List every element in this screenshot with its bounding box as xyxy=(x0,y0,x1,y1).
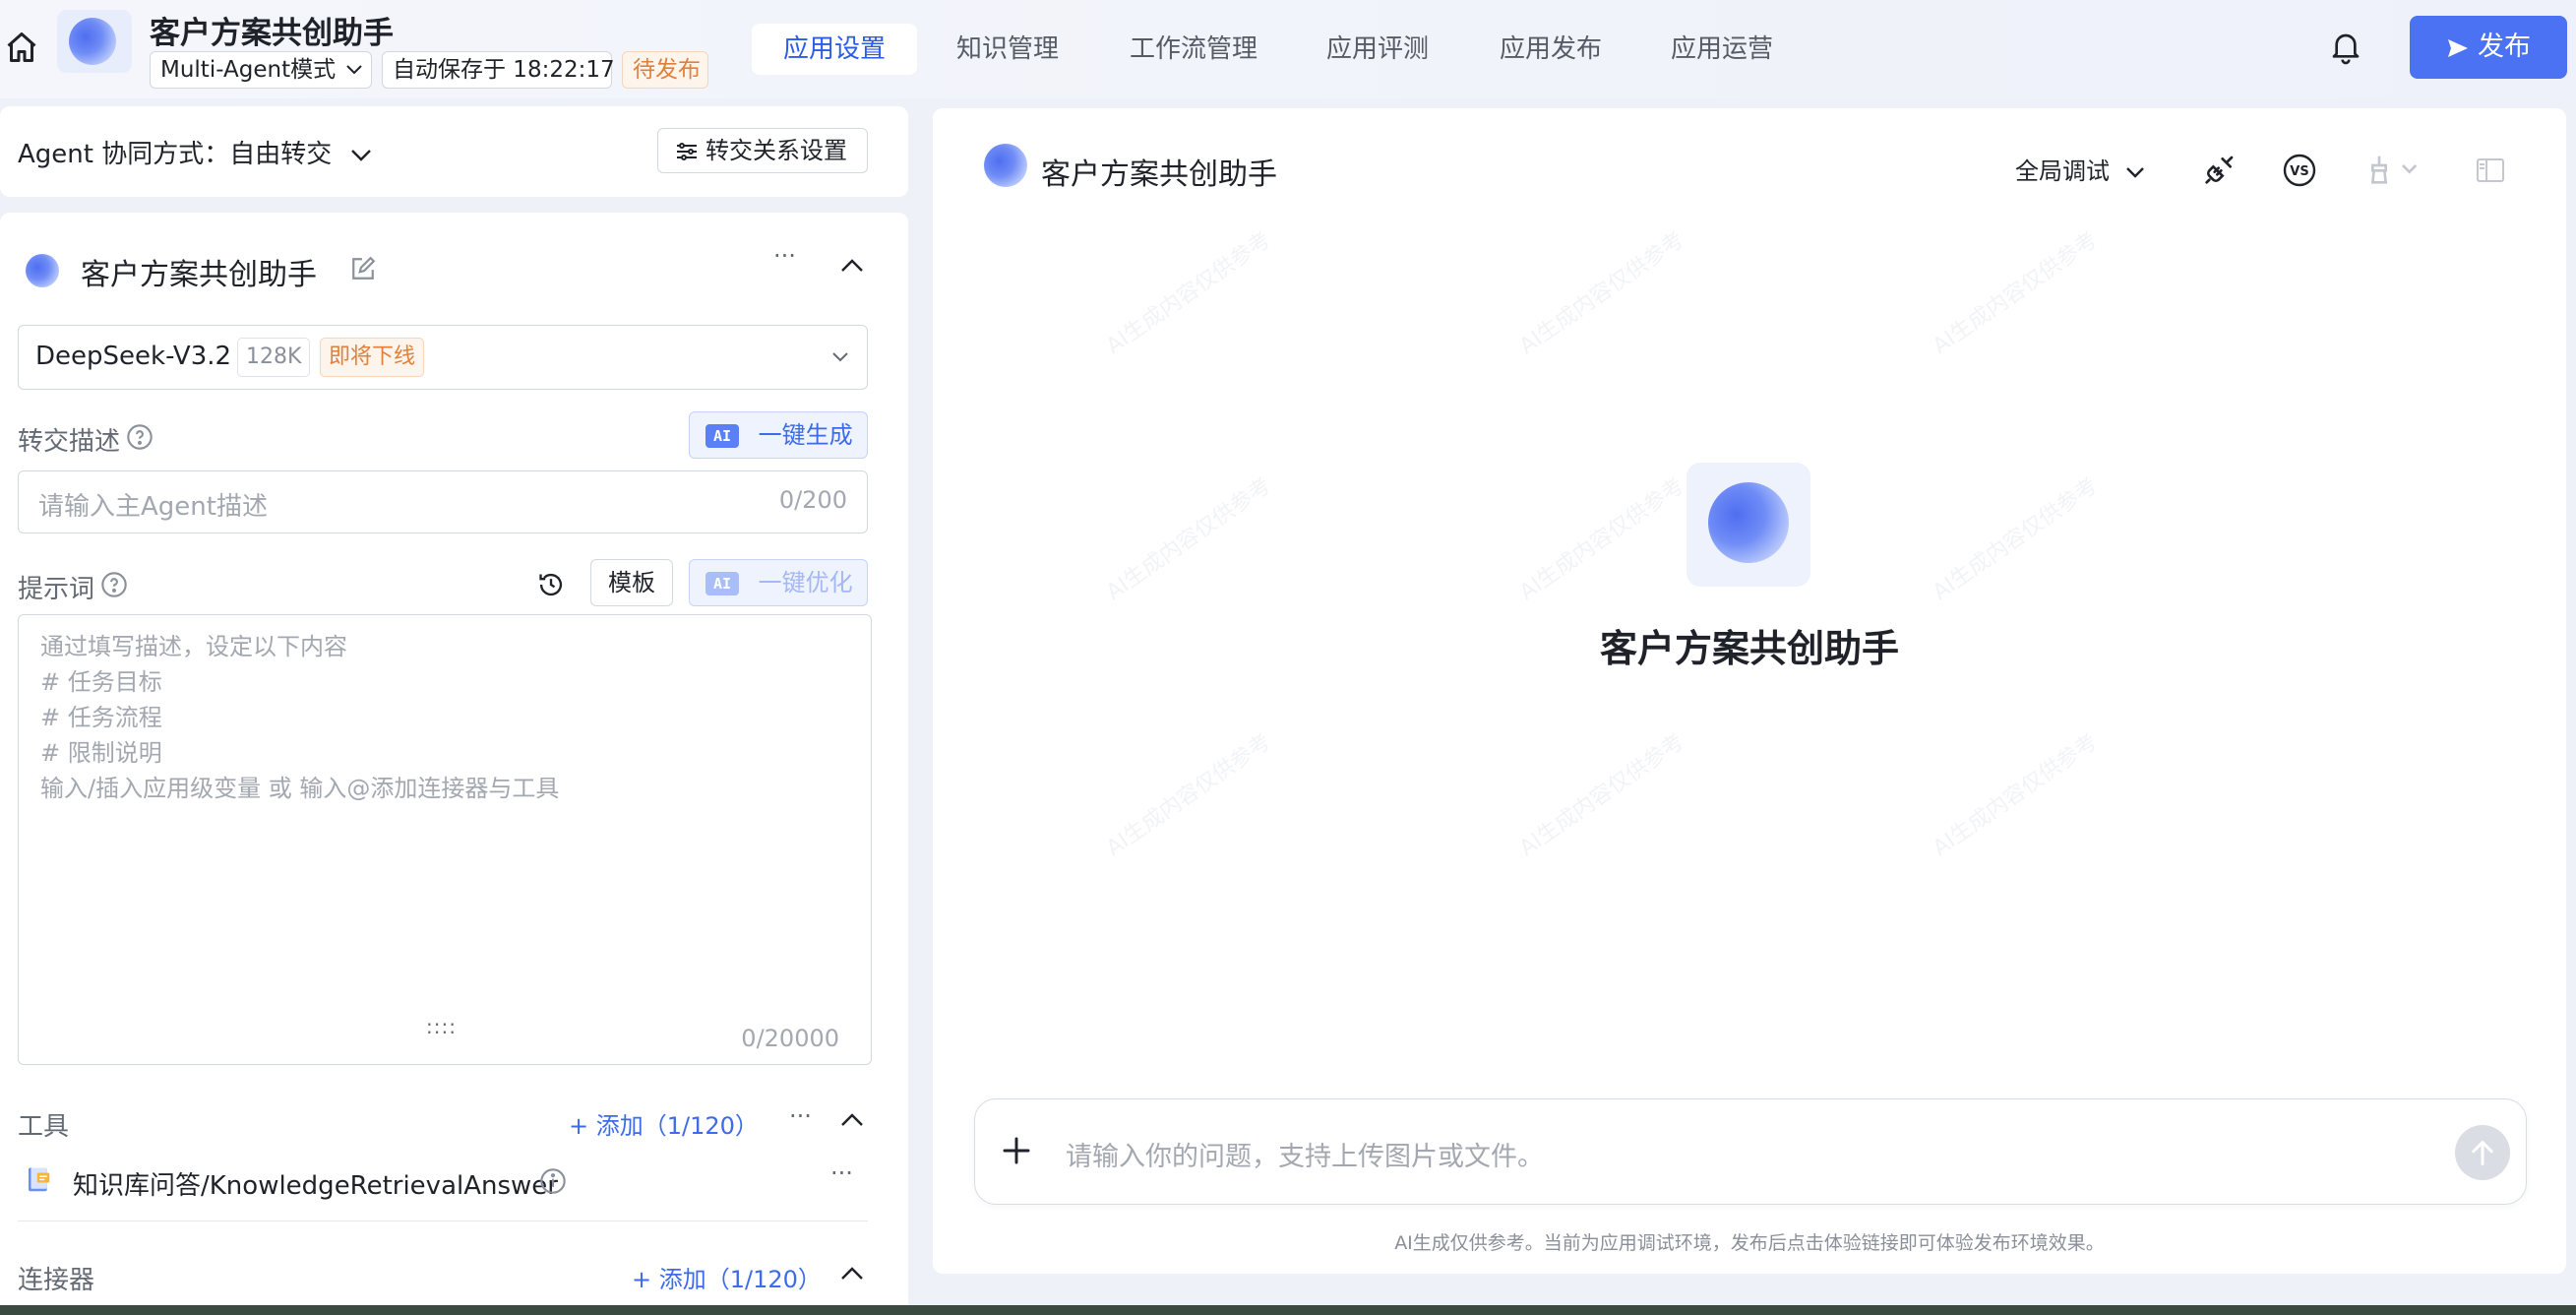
center-agent-logo xyxy=(1687,463,1810,587)
chevron-down-icon xyxy=(345,64,363,76)
watermark: AI生成内容仅供参考 xyxy=(1515,729,1689,861)
context-badge: 128K xyxy=(237,338,311,377)
ai-generate-button[interactable]: AI 一键生成 xyxy=(689,411,868,459)
svg-text:VS: VS xyxy=(2290,164,2308,179)
plus-icon[interactable] xyxy=(1001,1135,1032,1166)
tool-more-button[interactable]: ··· xyxy=(830,1159,853,1187)
publish-label: 发布 xyxy=(2478,31,2531,62)
tab-workflow[interactable]: 工作流管理 xyxy=(1098,24,1289,75)
broom-icon[interactable] xyxy=(2365,154,2424,185)
plug-icon[interactable] xyxy=(2204,154,2236,185)
chevron-down-icon xyxy=(2125,166,2145,179)
prompt-counter: 0/20000 xyxy=(741,1025,839,1052)
tool-name: 知识库问答/KnowledgeRetrievalAnswer xyxy=(73,1171,558,1201)
debug-mode-selector[interactable]: 全局调试 xyxy=(2015,152,2145,186)
template-button[interactable]: 模板 xyxy=(590,559,673,606)
resize-handle[interactable]: :::: xyxy=(426,1015,457,1038)
autosave-status: 自动保存于 18:22:17 xyxy=(382,51,615,89)
history-icon[interactable] xyxy=(537,571,565,598)
handoff-desc-label: 转交描述 xyxy=(18,427,121,457)
edit-icon[interactable] xyxy=(350,256,376,282)
mode-selector[interactable]: Multi-Agent模式 xyxy=(150,51,372,89)
chevron-down-icon xyxy=(350,149,372,162)
chat-input-placeholder: 请输入你的问题，支持上传图片或文件。 xyxy=(1066,1142,1544,1172)
chevron-up-icon[interactable] xyxy=(840,1266,864,1282)
send-icon xyxy=(2446,36,2470,60)
ai-optimize-label: 一键优化 xyxy=(758,569,853,596)
handoff-settings-button[interactable]: 转交关系设置 xyxy=(657,128,868,173)
model-selector[interactable]: DeepSeek-V3.2 128K 即将下线 xyxy=(18,325,868,390)
prompt-placeholder: 通过填写描述，设定以下内容 # 任务目标 # 任务流程 # 限制说明 输入/插入… xyxy=(40,633,560,802)
sidebar-icon[interactable] xyxy=(2476,157,2505,183)
chat-avatar xyxy=(984,144,1027,187)
watermark: AI生成内容仅供参考 xyxy=(1102,473,1276,605)
desktop-strip xyxy=(0,1305,2576,1315)
handoff-desc-input[interactable]: 请输入主Agent描述 0/200 xyxy=(18,470,868,533)
chevron-up-icon[interactable] xyxy=(840,1112,864,1128)
handoff-desc-counter: 0/200 xyxy=(778,486,847,514)
prompt-label: 提示词 xyxy=(18,575,95,604)
chevron-up-icon[interactable] xyxy=(840,258,864,274)
collab-mode-bar: Agent 协同方式：自由转交 转交关系设置 xyxy=(0,106,908,197)
connectors-label: 连接器 xyxy=(18,1266,95,1295)
footer-note: AI生成仅供参考。当前为应用调试环境，发布后点击体验链接即可体验发布环境效果。 xyxy=(1394,1232,2105,1254)
tab-knowledge[interactable]: 知识管理 xyxy=(925,24,1090,75)
send-button[interactable] xyxy=(2455,1125,2510,1180)
tab-publish[interactable]: 应用发布 xyxy=(1468,24,1633,75)
watermark: AI生成内容仅供参考 xyxy=(1515,227,1689,359)
tools-more-button[interactable]: ··· xyxy=(789,1102,812,1130)
ai-optimize-button[interactable]: AI 一键优化 xyxy=(689,559,868,606)
chat-input[interactable]: 请输入你的问题，支持上传图片或文件。 xyxy=(974,1098,2527,1205)
watermark: AI生成内容仅供参考 xyxy=(1929,227,2103,359)
ai-generate-label: 一键生成 xyxy=(758,421,853,449)
tab-operations[interactable]: 应用运营 xyxy=(1639,24,1805,75)
help-icon[interactable] xyxy=(126,423,153,451)
watermark: AI生成内容仅供参考 xyxy=(1102,227,1276,359)
collab-mode-label: Agent 协同方式：自由转交 xyxy=(18,140,333,169)
home-icon[interactable] xyxy=(4,30,39,65)
watermark: AI生成内容仅供参考 xyxy=(1102,729,1276,861)
prompt-textarea[interactable]: 通过填写描述，设定以下内容 # 任务目标 # 任务流程 # 限制说明 输入/插入… xyxy=(18,614,872,1065)
sliders-icon xyxy=(676,142,698,161)
app-logo xyxy=(57,10,132,73)
knowledge-book-icon xyxy=(24,1165,53,1195)
model-name: DeepSeek-V3.2 xyxy=(35,342,232,371)
center-agent-name: 客户方案共创助手 xyxy=(1599,627,1899,670)
info-icon[interactable] xyxy=(539,1167,567,1195)
handoff-desc-placeholder: 请输入主Agent描述 xyxy=(38,492,268,522)
tools-label: 工具 xyxy=(18,1112,70,1142)
app-title: 客户方案共创助手 xyxy=(150,16,394,51)
help-icon[interactable] xyxy=(100,571,128,598)
bell-icon[interactable] xyxy=(2330,30,2361,65)
agent-name: 客户方案共创助手 xyxy=(81,258,317,292)
chevron-down-icon xyxy=(831,351,849,363)
chat-title: 客户方案共创助手 xyxy=(1041,157,1277,192)
ai-tag: AI xyxy=(705,424,739,448)
handoff-settings-label: 转交关系设置 xyxy=(705,137,847,164)
debug-mode-label: 全局调试 xyxy=(2015,157,2110,185)
tool-item[interactable]: 知识库问答/KnowledgeRetrievalAnswer ··· xyxy=(0,1150,908,1211)
watermark: AI生成内容仅供参考 xyxy=(1515,473,1689,605)
agent-avatar xyxy=(26,254,59,287)
collab-mode-selector[interactable]: Agent 协同方式：自由转交 xyxy=(18,134,372,170)
deprecation-badge: 即将下线 xyxy=(320,338,425,377)
vs-icon[interactable]: VS xyxy=(2283,154,2316,187)
publish-button[interactable]: 发布 xyxy=(2410,16,2567,79)
watermark: AI生成内容仅供参考 xyxy=(1929,729,2103,861)
agent-config-panel: 客户方案共创助手 ··· DeepSeek-V3.2 128K 即将下线 转交描… xyxy=(0,213,908,1315)
status-badge: 待发布 xyxy=(622,51,708,89)
tab-evaluation[interactable]: 应用评测 xyxy=(1295,24,1460,75)
add-connector-button[interactable]: + 添加（1/120） xyxy=(632,1260,822,1294)
agent-more-button[interactable]: ··· xyxy=(773,242,796,270)
arrow-up-icon xyxy=(2469,1138,2496,1167)
watermark: AI生成内容仅供参考 xyxy=(1929,473,2103,605)
tab-app-settings[interactable]: 应用设置 xyxy=(752,24,918,75)
top-header: 客户方案共创助手 Multi-Agent模式 自动保存于 18:22:17 待发… xyxy=(0,0,2576,98)
ai-tag: AI xyxy=(705,572,739,595)
add-tool-button[interactable]: + 添加（1/120） xyxy=(569,1106,759,1141)
mode-label: Multi-Agent模式 xyxy=(160,57,337,83)
